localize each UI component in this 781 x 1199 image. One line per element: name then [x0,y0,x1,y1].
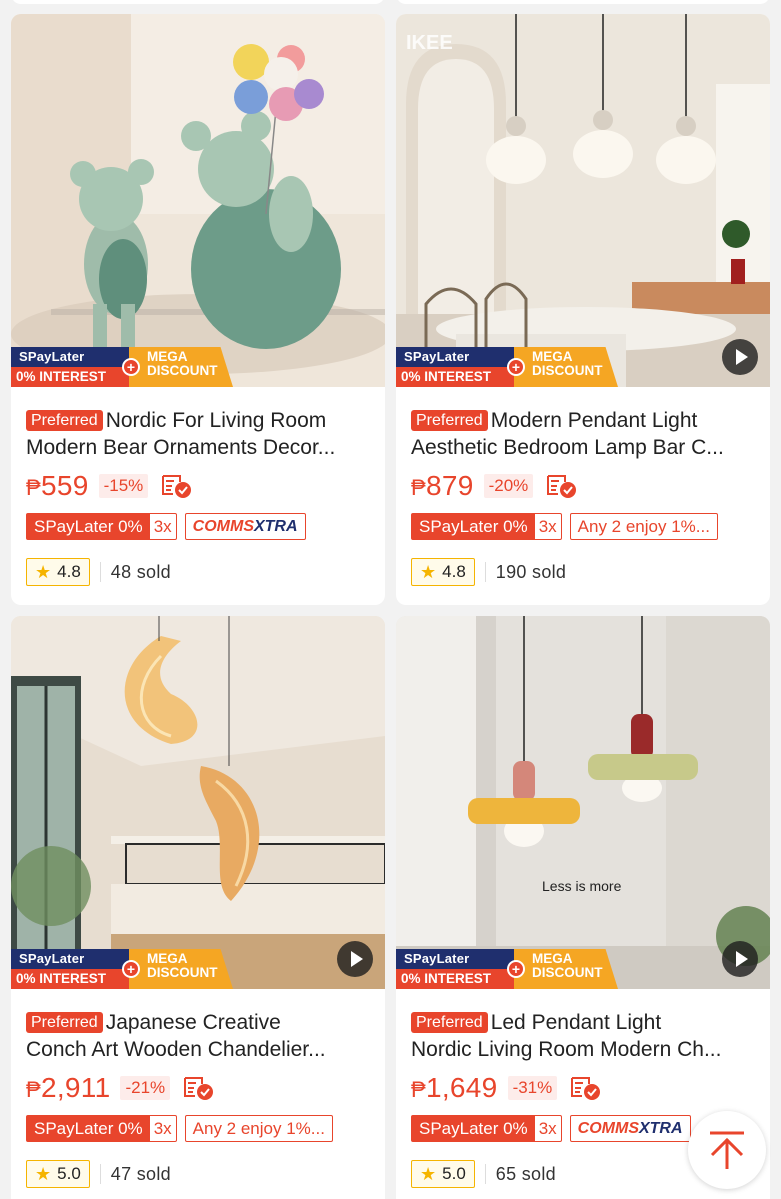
bundle-deal-tag: Any 2 enjoy 1%... [569,512,718,540]
product-card[interactable]: SPayLater 0% INTEREST MEGA DISCOUNT + Pre… [11,14,385,605]
free-shipping-check-icon [545,473,579,499]
sold-count: 48 sold [110,561,171,582]
discount-badge: -15% [98,474,149,498]
star-icon: ★ [420,1163,437,1184]
plus-icon: + [507,358,525,376]
arrow-up-to-top-icon [710,1131,744,1169]
mega-label: MEGA [147,349,188,364]
free-shipping-check-icon [160,473,194,499]
plus-icon: + [507,960,525,978]
rating-badge: ★ 5.0 [411,1160,475,1188]
price: ₱559 [26,470,89,501]
spaylater-tag: SPayLater 0% 3x [411,512,562,540]
promo-badge: SPayLater 0% INTEREST MEGA DISCOUNT + [396,347,618,387]
product-card[interactable]: IKEE SPayLater 0% INTEREST MEGA DISCOUNT … [396,14,770,605]
product-title[interactable]: Preferred Modern Pendant Light Aesthetic … [411,407,755,461]
product-title[interactable]: Preferred Japanese Creative Conch Art Woo… [26,1009,370,1063]
previous-row-edge [0,0,781,14]
promo-badge: SPayLater 0% INTEREST MEGA DISCOUNT + [396,949,618,989]
product-image[interactable]: IKEE SPayLater 0% INTEREST MEGA DISCOUNT … [396,14,770,387]
play-icon[interactable] [722,339,758,375]
previous-card-edge [11,0,385,4]
rating-badge: ★ 4.8 [411,558,475,586]
image-caption: Less is more [542,878,622,894]
sold-count: 190 sold [495,561,567,582]
commsxtra-tag: COMMSXTRA [184,512,306,540]
plus-icon: + [122,960,140,978]
spaylater-tag: SPayLater 0% 3x [411,1114,562,1142]
preferred-badge: Preferred [26,1012,103,1033]
commsxtra-tag: COMMSXTRA [569,1114,691,1142]
star-icon: ★ [35,1163,52,1184]
promo-badge: SPayLater 0% INTEREST MEGA DISCOUNT + [11,949,233,989]
preferred-badge: Preferred [411,410,488,431]
spaylater-tag: SPayLater 0% 3x [26,512,177,540]
promo-badge: SPayLater 0% INTEREST MEGA DISCOUNT + [11,347,233,387]
preferred-badge: Preferred [411,1012,488,1033]
product-title[interactable]: Preferred Nordic For Living Room Modern B… [26,407,370,461]
spaylater-tag: SPayLater 0% 3x [26,1114,177,1142]
preferred-badge: Preferred [26,410,103,431]
bundle-deal-tag: Any 2 enjoy 1%... [184,1114,333,1142]
free-shipping-check-icon [569,1075,603,1101]
interest-label: 0% INTEREST [11,367,131,387]
plus-icon: + [122,358,140,376]
product-card[interactable]: SPayLater 0% INTEREST MEGA DISCOUNT + Pre… [11,616,385,1199]
discount-badge: -20% [483,474,534,498]
previous-card-edge [396,0,770,4]
product-image[interactable]: SPayLater 0% INTEREST MEGA DISCOUNT + [11,616,385,989]
price: ₱879 [411,470,474,501]
product-image[interactable]: SPayLater 0% INTEREST MEGA DISCOUNT + [11,14,385,387]
discount-label: DISCOUNT [147,363,218,378]
play-icon[interactable] [337,941,373,977]
discount-badge: -21% [120,1076,171,1100]
discount-badge: -31% [507,1076,558,1100]
star-icon: ★ [35,561,52,582]
sold-count: 65 sold [495,1163,556,1184]
scroll-to-top-button[interactable] [688,1111,766,1189]
free-shipping-check-icon [182,1075,216,1101]
star-icon: ★ [420,561,437,582]
price: ₱2,911 [26,1072,111,1103]
rating-badge: ★ 5.0 [26,1160,90,1188]
spaylater-label: SPayLater [19,349,85,364]
product-title[interactable]: Preferred Led Pendant Light Nordic Living… [411,1009,755,1063]
rating-badge: ★ 4.8 [26,558,90,586]
price: ₱1,649 [411,1072,498,1103]
play-icon[interactable] [722,941,758,977]
sold-count: 47 sold [110,1163,171,1184]
watermark: IKEE [406,32,453,54]
product-image[interactable]: Less is more SPayLater 0% INTEREST MEGA D… [396,616,770,989]
